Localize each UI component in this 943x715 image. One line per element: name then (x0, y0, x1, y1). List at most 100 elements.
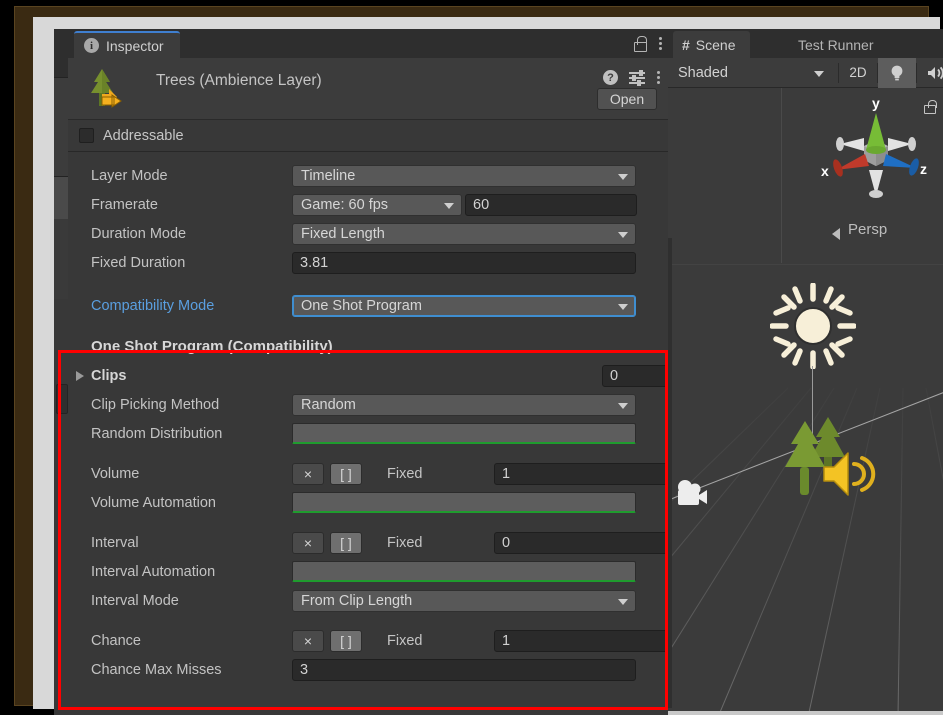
interval-clear-button[interactable]: × (292, 531, 324, 554)
gizmo-y-label: y (872, 95, 880, 111)
gizmo-lock-icon[interactable] (924, 100, 937, 114)
interval-automation-curve[interactable] (292, 561, 636, 582)
row-framerate: Framerate Game: 60 fps 60 (68, 190, 668, 219)
row-clip-picking-method: Clip Picking Method Random (68, 390, 668, 419)
open-button[interactable]: Open (597, 88, 657, 110)
lock-icon[interactable] (633, 36, 647, 52)
dropdown-compatibility-mode-value: One Shot Program (301, 297, 422, 314)
clips-size-value: 0 (610, 367, 619, 384)
chevron-down-icon (444, 202, 454, 209)
row-fixed-duration: Fixed Duration 3.81 (68, 248, 668, 277)
preset-sliders-icon[interactable] (629, 70, 645, 86)
scene-scrollbar-left[interactable] (668, 238, 672, 708)
row-random-distribution: Random Distribution (68, 419, 668, 448)
volume-array-button[interactable]: [ ] (330, 462, 362, 485)
label-random-distribution: Random Distribution (91, 425, 223, 442)
scene-view-gizmo[interactable]: y x z (816, 95, 936, 218)
chance-clear-button[interactable]: × (292, 629, 324, 652)
dropdown-framerate-value: Game: 60 fps (301, 196, 389, 213)
sun-icon[interactable] (770, 283, 856, 369)
chance-max-misses-input[interactable]: 3 (292, 658, 636, 681)
section-title: One Shot Program (Compatibility) (91, 337, 333, 355)
dropdown-framerate[interactable]: Game: 60 fps (292, 193, 462, 216)
volume-value-input[interactable]: 1 (494, 462, 672, 485)
speaker-icon[interactable] (822, 450, 878, 498)
scene-viewport[interactable]: y x z Persp (668, 88, 943, 715)
label-volume: Volume (91, 465, 140, 482)
clips-size-input[interactable]: 0 (602, 364, 672, 387)
inspector-tabbar: i Inspector (68, 29, 668, 58)
dropdown-clip-picking-method-value: Random (301, 396, 356, 413)
dropdown-interval-mode-value: From Clip Length (301, 592, 413, 609)
inspector-panel: i Inspector Trees (Ambience Layer) ? Ope… (68, 29, 672, 715)
toggle-2d-button[interactable]: 2D (839, 58, 877, 88)
tab-inspector[interactable]: i Inspector (74, 31, 180, 58)
shading-mode-dropdown[interactable]: Shaded (668, 58, 838, 88)
dropdown-clip-picking-method[interactable]: Random (292, 393, 636, 416)
object-header: Trees (Ambience Layer) ? Open (68, 58, 668, 120)
label-chance-max-misses: Chance Max Misses (91, 661, 222, 678)
label-framerate: Framerate (91, 196, 158, 213)
dropdown-layer-mode[interactable]: Timeline (292, 164, 636, 187)
row-interval: Interval × [ ] Fixed 0 (68, 528, 672, 557)
row-chance: Chance × [ ] Fixed 1 (68, 626, 672, 655)
interval-mode-label: Fixed (387, 534, 423, 551)
interval-value: 0 (502, 534, 511, 551)
row-chance-max-misses: Chance Max Misses 3 (68, 655, 668, 684)
volume-automation-curve[interactable] (292, 492, 636, 513)
addressable-checkbox[interactable] (79, 128, 94, 143)
tab-scene-label: Scene (695, 36, 736, 53)
framerate-input[interactable]: 60 (465, 193, 637, 216)
camera-icon[interactable] (674, 478, 708, 510)
tab-inspector-label: Inspector (106, 37, 164, 54)
row-clips: Clips 0 (68, 361, 672, 390)
audio-toggle-button[interactable] (917, 58, 943, 88)
inspector-header-icons: ? (603, 70, 660, 86)
projection-mode-label[interactable]: Persp (848, 221, 887, 238)
label-interval-mode: Interval Mode (91, 592, 179, 609)
chance-array-button[interactable]: [ ] (330, 629, 362, 652)
kebab-menu-icon[interactable] (658, 37, 662, 50)
page-title: Trees (Ambience Layer) (156, 72, 322, 89)
volume-value: 1 (502, 465, 511, 482)
fixed-duration-input[interactable]: 3.81 (292, 251, 636, 274)
row-volume: Volume × [ ] Fixed 1 (68, 459, 672, 488)
chance-value-input[interactable]: 1 (494, 629, 672, 652)
dropdown-compatibility-mode[interactable]: One Shot Program (292, 294, 636, 317)
dropdown-duration-mode-value: Fixed Length (301, 225, 385, 242)
label-compatibility-mode: Compatibility Mode (91, 297, 215, 314)
scene-bottom-edge (668, 711, 943, 715)
volume-mode-label: Fixed (387, 465, 423, 482)
chance-value: 1 (502, 632, 511, 649)
dropdown-duration-mode[interactable]: Fixed Length (292, 222, 636, 245)
property-list: Layer Mode Timeline Framerate Game: 60 f… (68, 152, 672, 684)
editor-body: i Inspector Trees (Ambience Layer) ? Ope… (54, 29, 943, 715)
help-icon[interactable]: ? (603, 70, 618, 85)
chevron-down-icon (618, 231, 628, 238)
section-header-one-shot-program: One Shot Program (Compatibility) (68, 331, 668, 361)
lighting-toggle-button[interactable] (878, 57, 917, 88)
chevron-right-icon[interactable] (76, 370, 84, 381)
framerate-input-value: 60 (473, 196, 490, 213)
random-distribution-curve[interactable] (292, 423, 636, 444)
tab-scene[interactable]: # Scene (673, 31, 750, 58)
inspector-tab-actions (633, 29, 662, 58)
dropdown-interval-mode[interactable]: From Clip Length (292, 589, 636, 612)
kebab-menu-icon[interactable] (656, 71, 660, 84)
chevron-down-icon (618, 598, 628, 605)
tab-test-runner[interactable]: Test Runner (786, 31, 885, 58)
row-volume-automation: Volume Automation (68, 488, 668, 517)
chevron-down-icon (618, 173, 628, 180)
interval-value-input[interactable]: 0 (494, 531, 672, 554)
speaker-icon (928, 66, 943, 79)
label-clip-picking-method: Clip Picking Method (91, 396, 220, 413)
tab-test-runner-label: Test Runner (798, 36, 874, 53)
volume-clear-button[interactable]: × (292, 462, 324, 485)
label-layer-mode: Layer Mode (91, 167, 168, 184)
addressable-row: Addressable (68, 120, 668, 152)
label-chance: Chance (91, 632, 141, 649)
chance-mode-label: Fixed (387, 632, 423, 649)
row-interval-mode: Interval Mode From Clip Length (68, 586, 668, 615)
interval-array-button[interactable]: [ ] (330, 531, 362, 554)
info-icon: i (84, 38, 99, 53)
